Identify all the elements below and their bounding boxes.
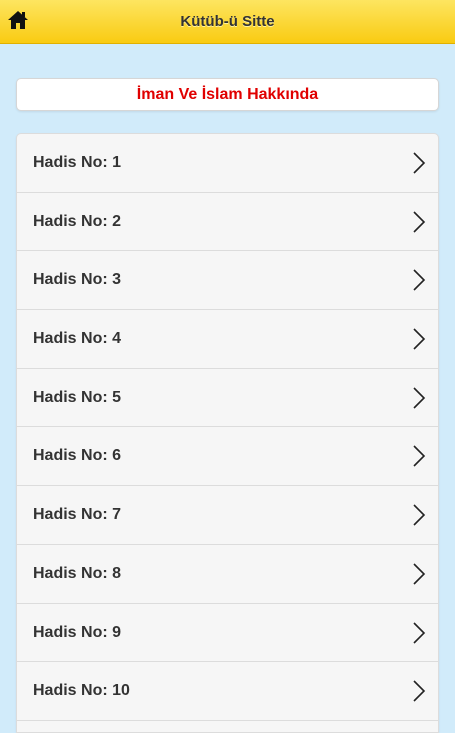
chevron-right-icon bbox=[413, 680, 426, 702]
chevron-right-icon bbox=[413, 445, 426, 468]
chevron-right-icon bbox=[413, 211, 426, 233]
list-item-label: Hadis No: 4 bbox=[33, 330, 122, 348]
list-item-label: Hadis No: 6 bbox=[33, 447, 122, 465]
list-item[interactable]: Hadis No: 9 bbox=[17, 604, 438, 663]
app-header: Kütüb-ü Sitte bbox=[0, 0, 455, 44]
list-item[interactable]: Hadis No: 2 bbox=[17, 193, 438, 252]
chevron-right-icon bbox=[413, 387, 426, 409]
list-item-label: Hadis No: 9 bbox=[33, 623, 122, 641]
chevron-right-icon bbox=[413, 152, 426, 174]
list-item-label: Hadis No: 3 bbox=[33, 271, 122, 289]
list-item[interactable]: Hadis No: 3 bbox=[17, 251, 438, 311]
section-title: İman Ve İslam Hakkında bbox=[16, 78, 439, 111]
list-item-label: Hadis No: 5 bbox=[33, 388, 122, 406]
list-item[interactable]: Hadis No: 8 bbox=[17, 545, 438, 604]
list-item-label: Hadis No: 10 bbox=[33, 682, 130, 700]
list-item[interactable]: Hadis No: 7 bbox=[17, 486, 438, 545]
page-title: Kütüb-ü Sitte bbox=[180, 13, 275, 30]
list-item-label: Hadis No: 8 bbox=[33, 564, 122, 582]
chevron-right-icon bbox=[413, 328, 426, 350]
chevron-right-icon bbox=[413, 563, 426, 585]
list-item[interactable]: Hadis No: 6 bbox=[17, 427, 438, 487]
chevron-right-icon bbox=[413, 504, 426, 526]
hadis-list: Hadis No: 1 Hadis No: 2 Hadis No: 3 Hadi… bbox=[16, 133, 439, 733]
list-item-label: Hadis No: 2 bbox=[33, 212, 122, 230]
chevron-right-icon bbox=[413, 269, 426, 291]
list-item-label: Hadis No: 7 bbox=[33, 506, 122, 524]
list-item[interactable]: Hadis No: 10 bbox=[17, 662, 438, 721]
list-item-label: Hadis No: 1 bbox=[33, 154, 122, 171]
list-item[interactable]: Hadis No: 5 bbox=[17, 369, 438, 428]
list-item[interactable]: Hadis No: 1 bbox=[17, 134, 438, 193]
list-item[interactable]: Hadis No: 4 bbox=[17, 310, 438, 369]
chevron-right-icon bbox=[413, 621, 426, 644]
